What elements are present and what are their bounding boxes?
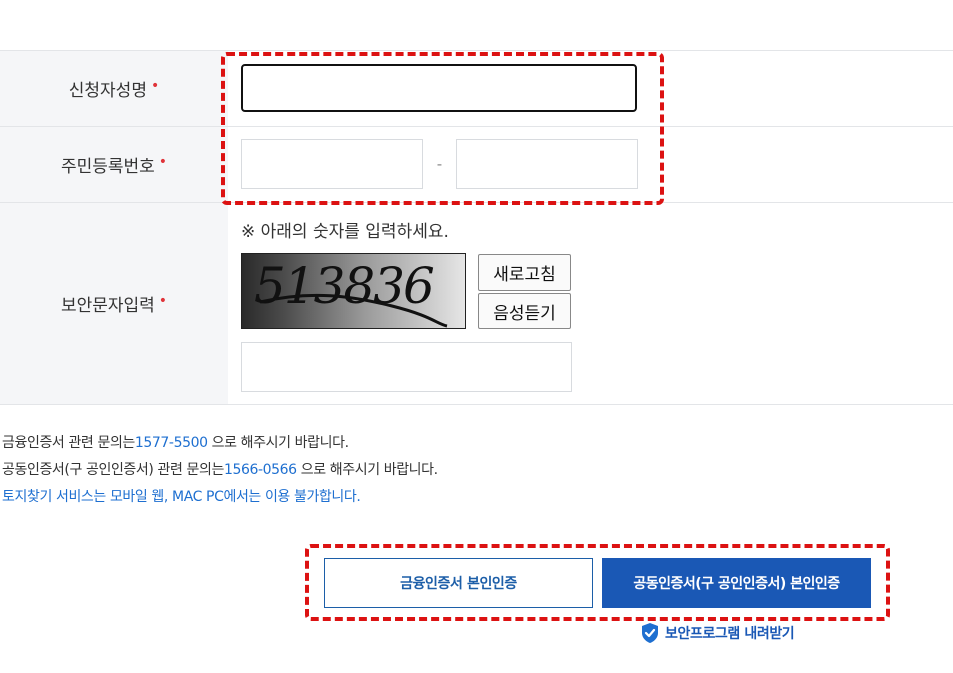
info-text: 으로 해주시기 바랍니다. [296, 462, 438, 478]
required-mark: • [150, 77, 160, 94]
security-download-label: 보안프로그램 내려받기 [665, 626, 795, 642]
joint-cert-auth-button[interactable]: 공동인증서(구 공인인증서) 본인인증 [602, 558, 871, 608]
captcha-refresh-button[interactable]: 새로고침 [478, 254, 571, 291]
info-text: 공동인증서(구 공인인증서) 관련 문의는 [2, 462, 224, 478]
row-label-ssn: 주민등록번호 • [0, 127, 228, 202]
info-line-joint: 공동인증서(구 공인인증서) 관련 문의는1566-0566 으로 해주시기 바… [2, 459, 438, 479]
info-text: 금융인증서 관련 문의는 [2, 435, 135, 451]
required-mark: • [158, 153, 168, 170]
applicant-name-input[interactable] [241, 64, 637, 112]
required-mark: • [158, 292, 168, 309]
ssn-label-text: 주민등록번호 [60, 157, 155, 177]
ssn-front-input[interactable] [241, 139, 423, 189]
table-bottom-border [0, 404, 953, 405]
row-label-captcha: 보안문자입력 • [0, 203, 228, 404]
financial-cert-auth-button[interactable]: 금융인증서 본인인증 [324, 558, 593, 608]
captcha-audio-button[interactable]: 음성듣기 [478, 293, 571, 329]
security-download-link[interactable]: 보안프로그램 내려받기 [640, 622, 795, 644]
captcha-input[interactable] [241, 342, 572, 392]
financial-cert-phone: 1577-5500 [134, 435, 208, 451]
row-label-name: 신청자성명 • [0, 51, 228, 126]
name-label-text: 신청자성명 [68, 81, 147, 101]
captcha-image: 513836 [241, 253, 466, 329]
info-text: 으로 해주시기 바랍니다. [207, 435, 349, 451]
ssn-back-input[interactable] [456, 139, 638, 189]
captcha-label-text: 보안문자입력 [60, 296, 155, 316]
captcha-noise-line [259, 293, 448, 328]
shield-check-icon [642, 623, 658, 643]
info-line-financial: 금융인증서 관련 문의는1577-5500 으로 해주시기 바랍니다. [2, 432, 349, 452]
ssn-separator: - [436, 155, 443, 173]
info-line-mobile-notice: 토지찾기 서비스는 모바일 웹, MAC PC에서는 이용 불가합니다. [2, 489, 361, 505]
captcha-instruction: ※ 아래의 숫자를 입력하세요. [241, 222, 449, 242]
joint-cert-phone: 1566-0566 [223, 462, 297, 478]
